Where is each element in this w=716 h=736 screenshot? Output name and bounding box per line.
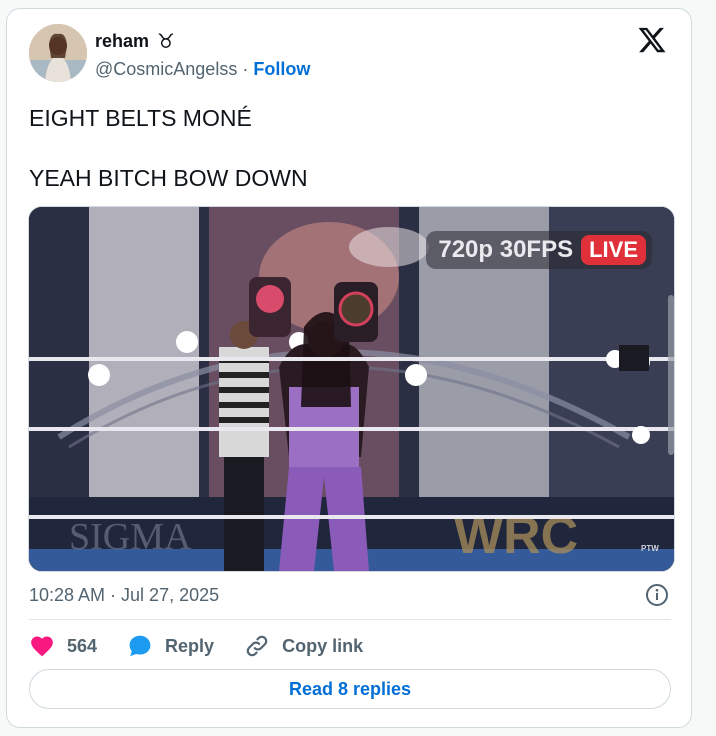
tweet-card: reham ♉ @CosmicAngelss · Follow EIGHT BE… bbox=[6, 8, 692, 728]
scrollbar[interactable] bbox=[668, 295, 674, 455]
heart-icon bbox=[31, 636, 53, 657]
tweet-text: EIGHT BELTS MONÉ YEAH BITCH BOW DOWN bbox=[29, 103, 669, 193]
follow-button[interactable]: Follow bbox=[253, 59, 310, 79]
tweet-line: YEAH BITCH BOW DOWN bbox=[29, 165, 308, 191]
stream-badge: 720p 30FPS LIVE bbox=[426, 231, 652, 269]
x-logo-icon[interactable] bbox=[637, 25, 667, 55]
info-icon[interactable] bbox=[645, 583, 669, 607]
like-count: 564 bbox=[67, 635, 98, 656]
divider bbox=[29, 619, 671, 620]
corner-logo: PTW bbox=[641, 544, 659, 553]
reply-button[interactable]: Reply bbox=[127, 633, 214, 659]
user-handle[interactable]: @CosmicAngelss bbox=[95, 59, 237, 79]
taurus-icon: ♉ bbox=[157, 30, 175, 53]
like-button[interactable]: 564 bbox=[29, 633, 97, 659]
reply-label: Reply bbox=[165, 635, 215, 656]
live-badge: LIVE bbox=[581, 235, 646, 265]
tweet-line: EIGHT BELTS MONÉ bbox=[29, 105, 252, 131]
stream-quality: 720p 30FPS bbox=[438, 236, 574, 263]
copy-link-label: Copy link bbox=[282, 635, 364, 656]
action-bar: 564 Reply Copy link bbox=[29, 631, 393, 661]
link-icon bbox=[246, 635, 268, 657]
copy-link-button[interactable]: Copy link bbox=[244, 633, 363, 659]
timestamp[interactable]: 10:28 AM · Jul 27, 2025 bbox=[29, 585, 219, 606]
separator: · bbox=[242, 59, 249, 79]
video-player[interactable]: SIGMA WRC PTW 720p 30FPS LIVE bbox=[28, 206, 675, 572]
backdrop-text: SIGMA bbox=[69, 516, 192, 558]
avatar[interactable] bbox=[29, 24, 87, 82]
reply-bubble-icon bbox=[129, 635, 151, 657]
read-replies-button[interactable]: Read 8 replies bbox=[29, 669, 671, 709]
display-name[interactable]: reham bbox=[95, 31, 149, 52]
